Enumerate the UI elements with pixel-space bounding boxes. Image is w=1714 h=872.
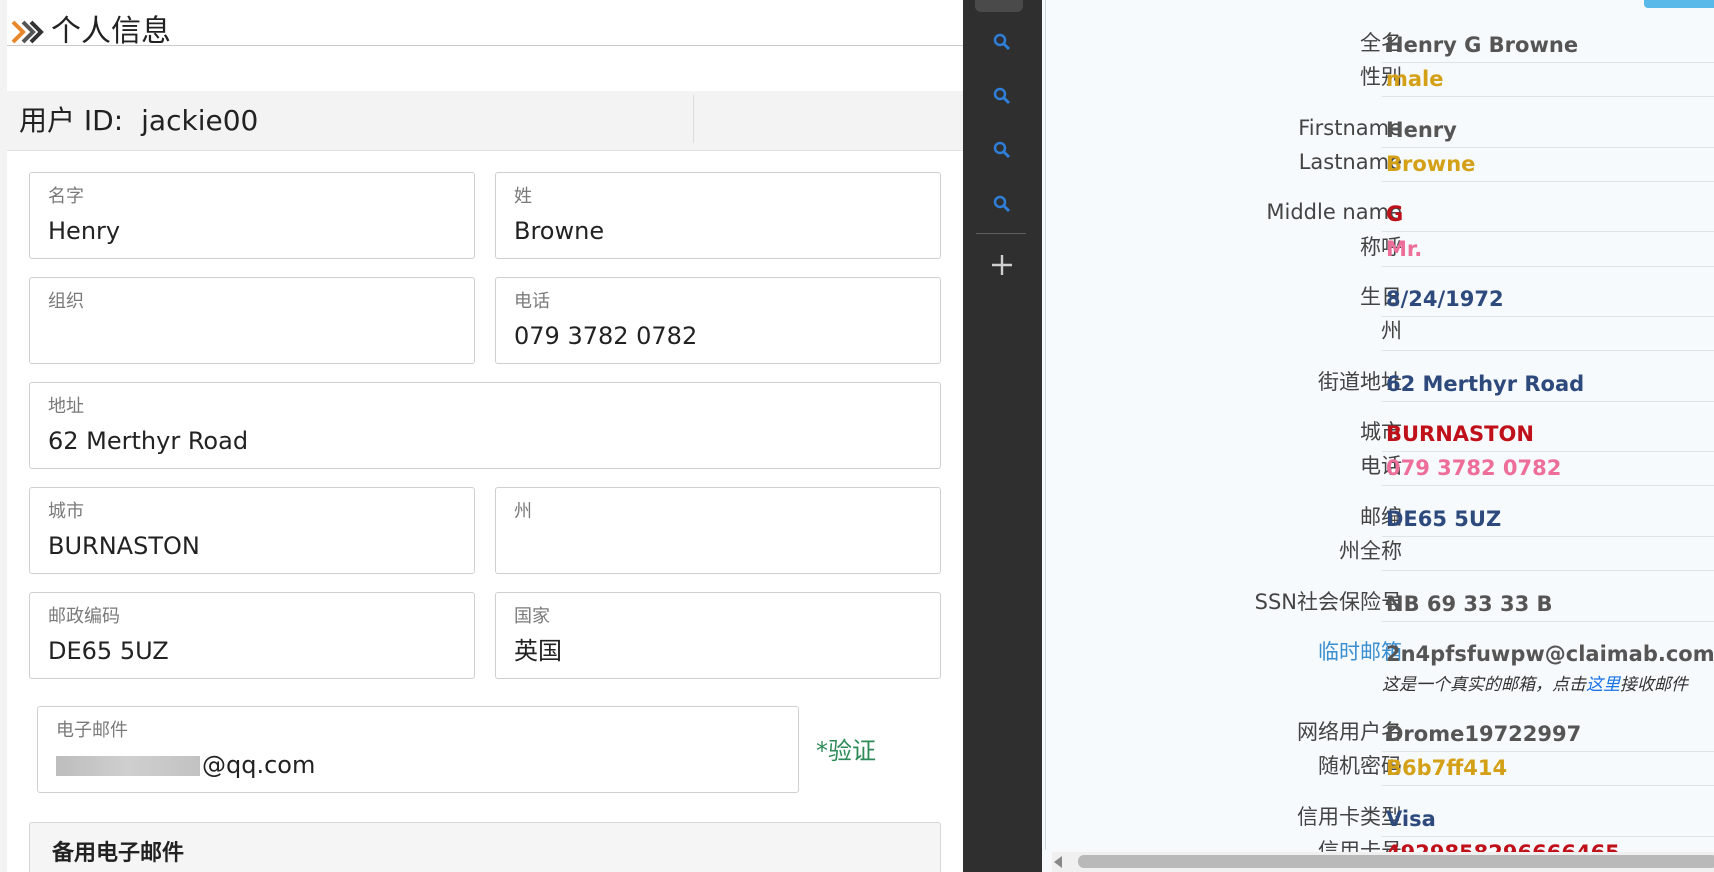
row-value: BURNASTON <box>1386 422 1534 446</box>
info-row: 全名 Henry G Browne <box>1042 26 1714 63</box>
search-icon[interactable] <box>990 30 1014 54</box>
email-note: 这是一个真实的邮箱，点击这里接收邮件 <box>1382 675 1688 695</box>
first-name-value[interactable]: Henry <box>48 215 120 247</box>
info-row: 临时邮箱 2n4pfsfuwpw@claimab.com <box>1042 635 1714 671</box>
info-row: 随机密码 B6b7ff414 <box>1042 749 1714 786</box>
state-label: 州 <box>514 501 532 522</box>
row-value: G <box>1386 202 1404 226</box>
row-key: 州 <box>1381 319 1402 343</box>
info-row: Lastname Browne <box>1042 145 1714 182</box>
generated-identity-panel: 全名 Henry G Browne 性别 male Firstname Henry L… <box>1042 0 1714 872</box>
search-icon[interactable] <box>990 192 1014 216</box>
info-row: Middle name G <box>1042 195 1714 232</box>
divider <box>693 95 694 143</box>
user-id-label: 用户 ID: <box>19 104 124 137</box>
info-row: 州全称 <box>1042 534 1714 571</box>
row-value: male <box>1386 67 1444 91</box>
horizontal-scrollbar[interactable] <box>1052 852 1714 872</box>
postcode-value[interactable]: DE65 5UZ <box>48 635 169 667</box>
section-header: 个人信息 <box>7 0 963 49</box>
info-row: 称呼 Mr. <box>1042 230 1714 267</box>
address-label: 地址 <box>48 396 84 417</box>
email-field[interactable]: 电子邮件 @qq.com <box>37 706 799 793</box>
row-value: B6b7ff414 <box>1386 756 1508 780</box>
last-name-field[interactable]: 姓 Browne <box>495 172 941 259</box>
row-value: DE65 5UZ <box>1386 507 1502 531</box>
postcode-field[interactable]: 邮政编码 DE65 5UZ <box>29 592 475 679</box>
info-row: 电话 079 3782 0782 <box>1042 449 1714 486</box>
side-toolbar <box>963 0 1042 872</box>
toolbar-divider <box>976 233 1026 234</box>
backup-email-section: 备用电子邮件 <box>29 822 941 872</box>
info-row: 街道地址 62 Merthyr Road <box>1042 365 1714 402</box>
redacted-email-blur <box>56 756 200 776</box>
row-value: Mr. <box>1386 237 1423 261</box>
email-value: @qq.com <box>202 751 316 779</box>
email-label: 电子邮件 <box>56 720 128 741</box>
row-value: 079 3782 0782 <box>1386 456 1562 480</box>
row-key: SSN社会保险号 <box>1254 590 1402 614</box>
receive-email-link[interactable]: 这里 <box>1586 675 1620 695</box>
phone-value[interactable]: 079 3782 0782 <box>514 320 697 352</box>
row-value: NB 69 33 33 B <box>1386 592 1553 616</box>
city-label: 城市 <box>48 501 84 522</box>
row-key: 州全称 <box>1339 539 1402 563</box>
address-value[interactable]: 62 Merthyr Road <box>48 425 248 457</box>
first-name-field[interactable]: 名字 Henry <box>29 172 475 259</box>
info-row: SSN社会保险号 NB 69 33 33 B <box>1042 585 1714 622</box>
row-value: Henry G Browne <box>1386 33 1579 57</box>
scrollbar-thumb[interactable] <box>1078 855 1714 868</box>
row-value: 62 Merthyr Road <box>1386 372 1585 396</box>
city-field[interactable]: 城市 BURNASTON <box>29 487 475 574</box>
left-gutter <box>0 0 7 872</box>
row-value: Visa <box>1386 807 1436 831</box>
backup-email-title: 备用电子邮件 <box>52 841 185 866</box>
info-row: 州 <box>1042 314 1714 351</box>
row-value: Drome19722997 <box>1386 722 1582 746</box>
search-icon[interactable] <box>990 84 1014 108</box>
info-row: 网络用户名 Drome19722997 <box>1042 715 1714 752</box>
row-key: Middle name <box>1266 200 1402 224</box>
phone-label: 电话 <box>514 291 550 312</box>
toolbar-tab[interactable] <box>975 0 1023 12</box>
info-row: 信用卡类型 Visa <box>1042 800 1714 837</box>
plus-icon[interactable] <box>988 251 1016 279</box>
info-row: 城市 BURNASTON <box>1042 415 1714 452</box>
info-row: 生日 8/24/1972 <box>1042 280 1714 317</box>
scroll-left-arrow-icon[interactable] <box>1054 856 1062 868</box>
country-label: 国家 <box>514 606 550 627</box>
address-field[interactable]: 地址 62 Merthyr Road <box>29 382 941 469</box>
info-row: Firstname Henry <box>1042 111 1714 148</box>
info-row: 邮编 DE65 5UZ <box>1042 500 1714 537</box>
row-value: 8/24/1972 <box>1386 287 1504 311</box>
organization-field[interactable]: 组织 <box>29 277 475 364</box>
row-value: Henry <box>1386 118 1457 142</box>
double-chevron-icon <box>11 20 44 44</box>
row-value: 2n4pfsfuwpw@claimab.com <box>1386 642 1714 666</box>
personal-info-panel: 个人信息 用户 ID: jackie00 名字 Henry 姓 Browne 组织… <box>0 0 963 872</box>
verify-link[interactable]: *验证 <box>816 735 876 767</box>
first-name-label: 名字 <box>48 186 84 207</box>
section-title: 个人信息 <box>51 14 171 49</box>
top-button[interactable] <box>1644 0 1714 8</box>
last-name-label: 姓 <box>514 186 532 207</box>
row-value: Browne <box>1386 152 1476 176</box>
search-icon[interactable] <box>990 138 1014 162</box>
country-field[interactable]: 国家 英国 <box>495 592 941 679</box>
postcode-label: 邮政编码 <box>48 606 120 627</box>
user-id-bar: 用户 ID: jackie00 <box>7 91 963 151</box>
info-row: 性别 male <box>1042 60 1714 97</box>
organization-label: 组织 <box>48 291 84 312</box>
user-id-value: jackie00 <box>141 104 259 137</box>
city-value[interactable]: BURNASTON <box>48 530 200 562</box>
last-name-value[interactable]: Browne <box>514 215 604 247</box>
phone-field[interactable]: 电话 079 3782 0782 <box>495 277 941 364</box>
state-field[interactable]: 州 <box>495 487 941 574</box>
country-value[interactable]: 英国 <box>514 635 562 667</box>
